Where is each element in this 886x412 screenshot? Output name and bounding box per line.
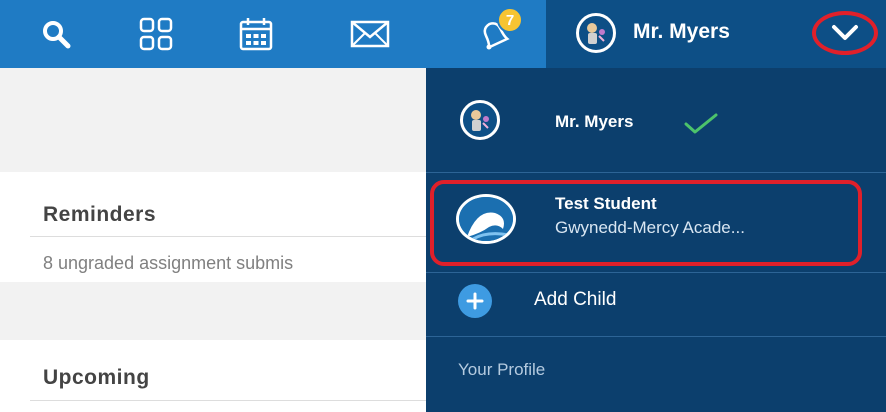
child-account-name: Test Student	[555, 194, 657, 213]
reminders-divider	[30, 236, 426, 237]
reminders-text[interactable]: 8 ungraded assignment submis	[43, 253, 426, 274]
upcoming-divider	[30, 400, 426, 401]
plus-circle-icon	[458, 284, 492, 318]
notification-count-badge: 7	[497, 7, 523, 33]
checkmark-icon	[684, 113, 718, 134]
user-name[interactable]: Mr. Myers	[633, 20, 730, 44]
menu-divider	[426, 172, 886, 173]
parent-account-name: Mr. Myers	[555, 112, 634, 131]
envelope-icon[interactable]	[350, 14, 390, 54]
menu-divider	[426, 336, 886, 337]
reminders-title: Reminders	[43, 203, 157, 226]
apps-grid-icon[interactable]	[136, 14, 176, 54]
calendar-icon[interactable]	[236, 14, 276, 54]
parent-avatar	[460, 100, 500, 140]
person-icon	[587, 23, 605, 44]
upcoming-panel: Upcoming	[0, 340, 426, 412]
child-school-name: Gwynedd-Mercy Acade...	[555, 218, 745, 237]
user-avatar[interactable]	[576, 13, 616, 53]
account-dropdown-toggle[interactable]	[812, 11, 878, 55]
your-profile-label: Your Profile	[458, 360, 546, 379]
reminders-panel: Reminders 8 ungraded assignment submis	[0, 172, 426, 282]
menu-item-child-account[interactable]: Test Student Gwynedd-Mercy Acade...	[426, 176, 886, 268]
menu-item-your-profile[interactable]: Your Profile	[426, 344, 886, 404]
menu-item-add-child[interactable]: Add Child	[426, 272, 886, 334]
search-icon[interactable]	[36, 14, 76, 54]
menu-item-parent-account[interactable]: Mr. Myers	[426, 68, 886, 172]
upcoming-title: Upcoming	[43, 366, 150, 389]
chevron-down-icon	[832, 25, 858, 40]
person-icon	[471, 110, 489, 131]
add-child-label: Add Child	[534, 289, 617, 310]
top-navigation-bar: 7 Mr. Myers	[0, 0, 886, 68]
child-avatar	[456, 194, 516, 244]
bell-icon[interactable]: 7	[474, 7, 523, 54]
account-dropdown-menu: Mr. Myers Test Student Gwynedd-Mercy Aca…	[426, 68, 886, 412]
